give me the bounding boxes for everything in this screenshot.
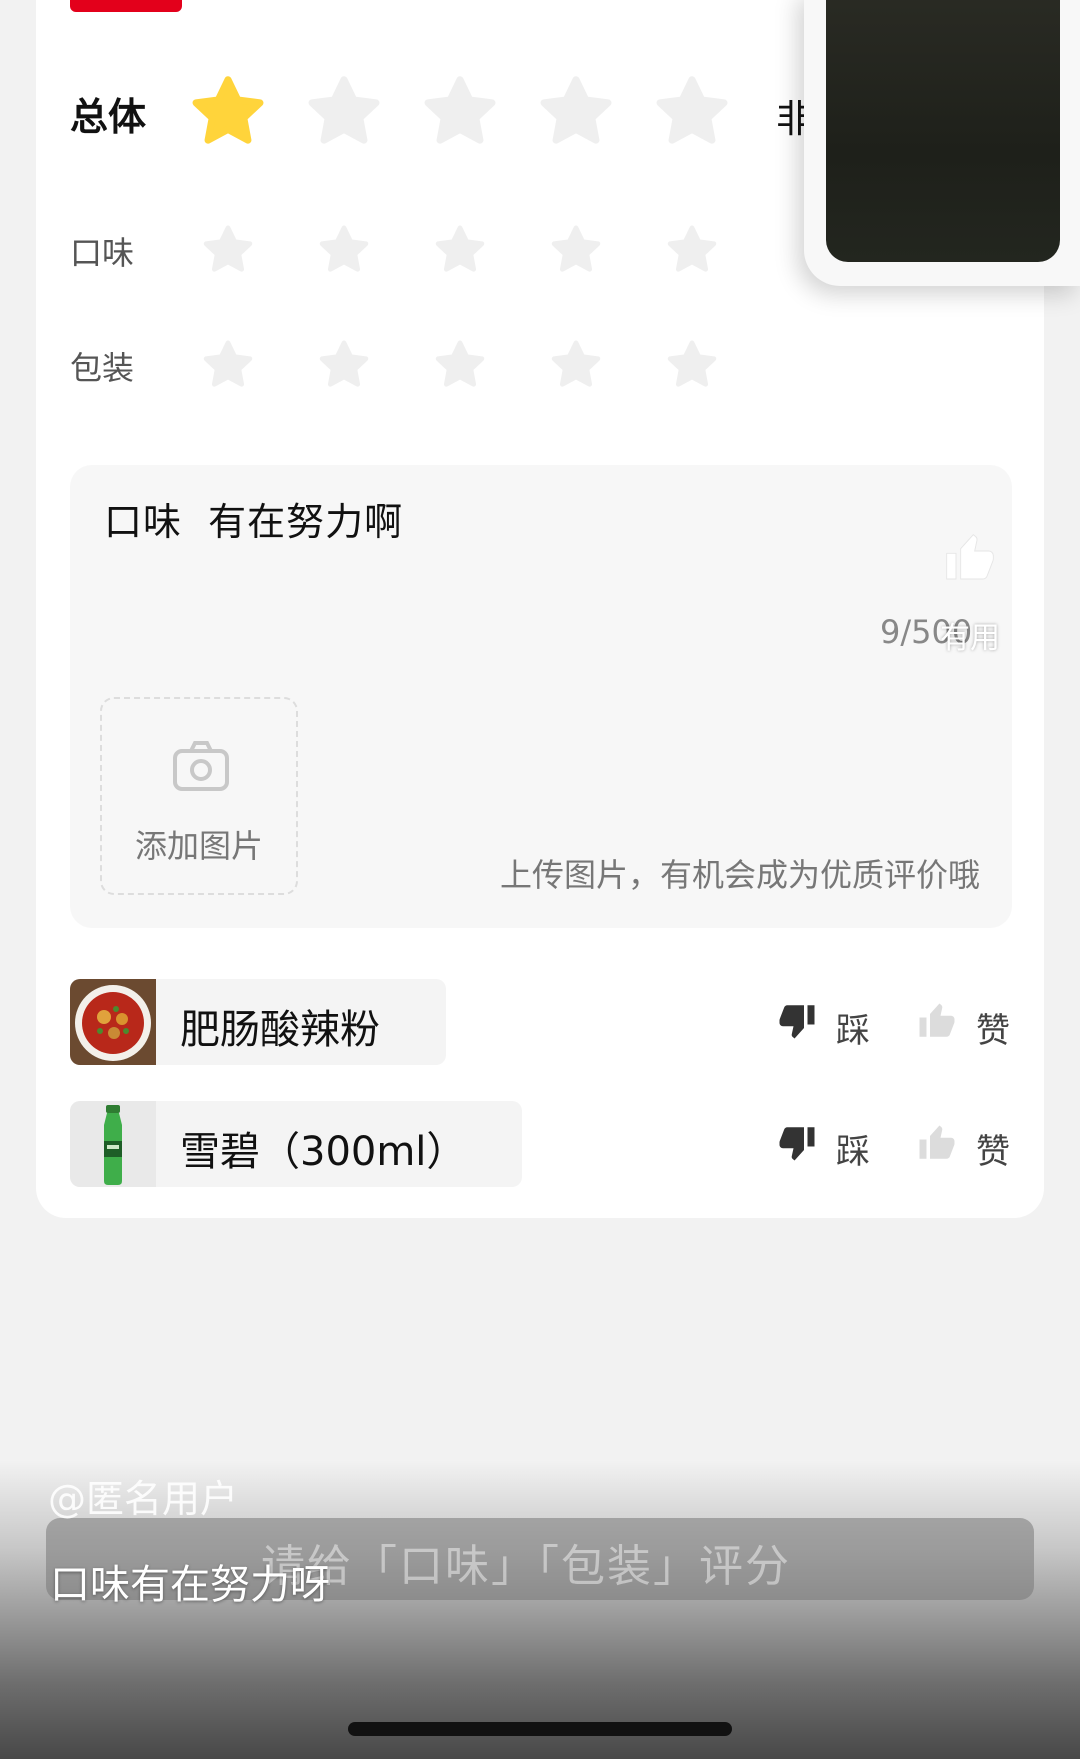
like-label: 赞 [976, 1132, 1010, 1172]
star-icon[interactable] [666, 224, 718, 276]
star-icon[interactable] [538, 74, 614, 150]
star-icon[interactable] [318, 339, 370, 391]
thumbs-down-icon [776, 1121, 818, 1169]
star-icon[interactable] [654, 74, 730, 150]
dislike-label: 踩 [836, 1132, 870, 1172]
taste-rating-label: 口味 [70, 234, 135, 272]
toast-text: 请给「口味」「包装」评分 [261, 1541, 791, 1592]
review-text-area[interactable]: 口味 有在努力啊 9/500 有用 添加图片 上传图片，有机会成为优质评价哦 [70, 465, 1012, 928]
dish-item: 肥肠酸辣粉 [70, 979, 446, 1065]
dish-name: 雪碧（300ml） [180, 1129, 467, 1175]
video-caption: 口味有在努力呀 [50, 1562, 330, 1608]
thumbs-up-icon [916, 1121, 958, 1169]
star-icon[interactable] [190, 74, 266, 150]
useful-thumbs-up-icon[interactable] [942, 530, 998, 590]
star-icon[interactable] [434, 339, 486, 391]
dish-name: 肥肠酸辣粉 [180, 1007, 380, 1053]
add-photo-button[interactable]: 添加图片 [100, 697, 298, 895]
dish-image [70, 979, 156, 1065]
video-pip-window[interactable] [804, 0, 1080, 286]
like-label: 赞 [976, 1011, 1010, 1051]
dish-item: 雪碧（300ml） [70, 1101, 522, 1187]
star-icon[interactable] [422, 74, 498, 150]
overall-rating-label: 总体 [70, 95, 147, 139]
star-icon[interactable] [202, 339, 254, 391]
camera-icon [172, 739, 230, 797]
brand-tab-indicator [70, 0, 182, 12]
thumbs-down-icon [776, 999, 818, 1047]
author-username[interactable]: @匿名用户 [48, 1468, 238, 1523]
star-icon[interactable] [202, 224, 254, 276]
star-icon[interactable] [318, 224, 370, 276]
video-pip-screen[interactable] [826, 0, 1060, 262]
add-photo-label: 添加图片 [134, 827, 263, 865]
home-indicator[interactable] [348, 1722, 732, 1736]
review-text[interactable]: 口味 有在努力啊 [104, 491, 403, 546]
star-icon[interactable] [666, 339, 718, 391]
upload-hint: 上传图片，有机会成为优质评价哦 [499, 856, 980, 894]
star-icon[interactable] [434, 224, 486, 276]
star-icon[interactable] [306, 74, 382, 150]
thumbs-up-icon [916, 999, 958, 1047]
star-icon[interactable] [550, 224, 602, 276]
dish-image [70, 1101, 156, 1187]
useful-label: 有用 [940, 621, 1000, 656]
packaging-rating-label: 包装 [70, 349, 135, 387]
star-icon[interactable] [550, 339, 602, 391]
dislike-label: 踩 [836, 1011, 870, 1051]
